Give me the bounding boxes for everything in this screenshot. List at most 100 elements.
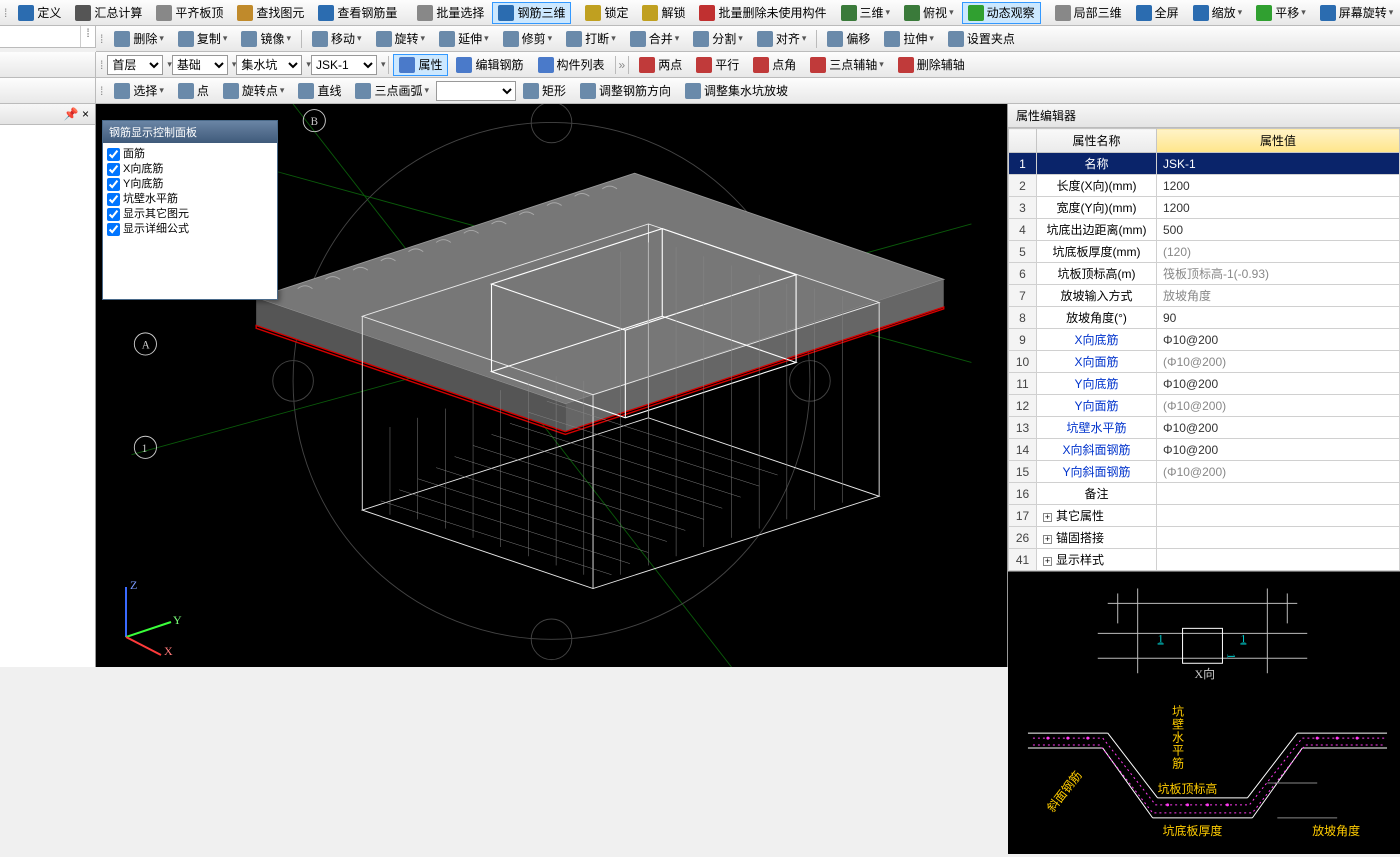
toolbar-btn-16[interactable]: 平移▾ <box>1250 2 1312 24</box>
toolbar-btn-1[interactable]: 复制▾ <box>172 28 234 50</box>
toolbar-btn-2[interactable]: 旋转点▾ <box>217 80 291 102</box>
toolbar-btn-2[interactable]: 平齐板顶 <box>150 2 229 24</box>
svg-text:A: A <box>142 340 150 352</box>
combo-3[interactable]: JSK-1 <box>311 55 377 75</box>
toolbar-btn-8[interactable]: 解锁 <box>636 2 691 24</box>
toolbar-btn-9[interactable]: 批量删除未使用构件 <box>693 2 832 24</box>
svg-text:Y: Y <box>173 613 182 627</box>
toolbar-btn-2[interactable]: 镜像▾ <box>235 28 297 50</box>
main-toolbar: ⁞定义汇总计算平齐板顶查找图元查看钢筋量批量选择钢筋三维锁定解锁批量删除未使用构… <box>0 0 1400 26</box>
tb3-btn-0[interactable]: 属性 <box>393 54 448 76</box>
combo-2[interactable]: 集水坑 <box>236 55 302 75</box>
prop-row-14[interactable]: 14X向斜面钢筋Φ10@200 <box>1009 439 1400 461</box>
toolbar-btn-6[interactable]: 修剪▾ <box>497 28 559 50</box>
toolbar-btn-5[interactable]: 延伸▾ <box>433 28 495 50</box>
rebar-chk-0[interactable]: 面筋 <box>107 147 273 162</box>
toolbar-btn-17[interactable]: 屏幕旋转▾ <box>1314 2 1400 24</box>
toolbar-btn-7[interactable]: 打断▾ <box>560 28 622 50</box>
svg-text:1: 1 <box>1158 631 1164 645</box>
module-tab[interactable] <box>0 26 81 47</box>
toolbar-btn-12[interactable]: 动态观察 <box>962 2 1041 24</box>
svg-text:坑板顶标高: 坑板顶标高 <box>1158 781 1218 796</box>
toolbar-btn-11[interactable]: 偏移 <box>821 28 876 50</box>
toolbar-btn-0[interactable]: 选择▾ <box>108 80 170 102</box>
prop-row-3[interactable]: 3宽度(Y向)(mm)1200 <box>1009 197 1400 219</box>
property-grid[interactable]: 属性名称 属性值 1名称JSK-12长度(X向)(mm)12003宽度(Y向)(… <box>1008 128 1400 571</box>
toolbar-btn-0[interactable]: 定义 <box>12 2 67 24</box>
prop-row-10[interactable]: 10X向面筋(Φ10@200) <box>1009 351 1400 373</box>
toolbar-btn-13[interactable]: 局部三维 <box>1049 2 1128 24</box>
toolbar-btn-14[interactable]: 全屏 <box>1130 2 1185 24</box>
combo-0[interactable]: 首层 <box>107 55 163 75</box>
toolbar-btn-3[interactable]: 移动▾ <box>306 28 368 50</box>
tb3-aux-2[interactable]: 点角 <box>747 54 802 76</box>
prop-row-9[interactable]: 9X向底筋Φ10@200 <box>1009 329 1400 351</box>
svg-text:B: B <box>311 116 318 128</box>
rebar-chk-3[interactable]: 坑壁水平筋 <box>107 192 273 207</box>
prop-row-6[interactable]: 6坑板顶标高(m)筏板顶标高-1(-0.93) <box>1009 263 1400 285</box>
prop-row-13[interactable]: 13坑壁水平筋Φ10@200 <box>1009 417 1400 439</box>
prop-row-17[interactable]: 17+其它属性 <box>1009 505 1400 527</box>
toolbar-btn-1[interactable]: 汇总计算 <box>69 2 148 24</box>
toolbar-btn-4[interactable]: 三点画弧▾ <box>349 80 435 102</box>
tb3-btn-2[interactable]: 构件列表 <box>532 54 611 76</box>
prop-row-2[interactable]: 2长度(X向)(mm)1200 <box>1009 175 1400 197</box>
toolbar-btn-11[interactable]: 俯视▾ <box>898 2 960 24</box>
toolbar-btn-12[interactable]: 拉伸▾ <box>878 28 940 50</box>
svg-text:坑底板厚度: 坑底板厚度 <box>1163 823 1223 838</box>
prop-row-7[interactable]: 7放坡输入方式放坡角度 <box>1009 285 1400 307</box>
svg-text:1: 1 <box>1240 631 1246 645</box>
toolbar-btn-3[interactable]: 直线 <box>292 80 347 102</box>
toolbar-btn-8[interactable]: 调整集水坑放坡 <box>679 80 794 102</box>
toolbar-btn-9[interactable]: 分割▾ <box>687 28 749 50</box>
toolbar-btn-7[interactable]: 锁定 <box>579 2 634 24</box>
prop-row-26[interactable]: 26+锚固搭接 <box>1009 527 1400 549</box>
prop-row-1[interactable]: 1名称JSK-1 <box>1009 153 1400 175</box>
tb3-aux-3[interactable]: 三点辅轴▾ <box>804 54 890 76</box>
tb3-aux-1[interactable]: 平行 <box>690 54 745 76</box>
tb3-aux-4[interactable]: 删除辅轴 <box>892 54 971 76</box>
svg-text:Z: Z <box>130 578 137 592</box>
toolbar-btn-8[interactable]: 合并▾ <box>624 28 686 50</box>
toolbar-btn-7[interactable]: 调整钢筋方向 <box>574 80 677 102</box>
toolbar-btn-3[interactable]: 查找图元 <box>231 2 310 24</box>
svg-text:X: X <box>164 644 173 657</box>
prop-row-16[interactable]: 16备注 <box>1009 483 1400 505</box>
col-name-header: 属性名称 <box>1037 129 1157 153</box>
prop-row-41[interactable]: 41+显示样式 <box>1009 549 1400 571</box>
svg-text:1: 1 <box>142 443 148 455</box>
toolbar-btn-0[interactable]: 删除▾ <box>108 28 170 50</box>
tb3-aux-0[interactable]: 两点 <box>633 54 688 76</box>
left-panel: 📌 × <box>0 104 96 667</box>
property-panel-title: 属性编辑器 <box>1008 104 1400 128</box>
toolbar-btn-10[interactable]: 三维▾ <box>835 2 897 24</box>
toolbar-btn-6[interactable]: 钢筋三维 <box>492 2 571 24</box>
pin-icon[interactable]: 📌 × <box>64 107 89 121</box>
toolbar-btn-13[interactable]: 设置夹点 <box>942 28 1021 50</box>
combo-1[interactable]: 基础 <box>172 55 228 75</box>
viewport-3d[interactable]: 钢筋显示控制面板 面筋X向底筋Y向底筋坑壁水平筋显示其它图元显示详细公式 A 1… <box>96 104 1007 667</box>
prop-row-4[interactable]: 4坑底出边距离(mm)500 <box>1009 219 1400 241</box>
prop-row-12[interactable]: 12Y向面筋(Φ10@200) <box>1009 395 1400 417</box>
toolbar-btn-4[interactable]: 旋转▾ <box>370 28 432 50</box>
rebar-chk-2[interactable]: Y向底筋 <box>107 177 273 192</box>
rebar-chk-1[interactable]: X向底筋 <box>107 162 273 177</box>
toolbar-btn-15[interactable]: 缩放▾ <box>1187 2 1249 24</box>
toolbar-btn-1[interactable]: 点 <box>172 80 215 102</box>
svg-text:放坡角度: 放坡角度 <box>1312 823 1360 838</box>
toolbar-btn-10[interactable]: 对齐▾ <box>751 28 813 50</box>
prop-row-5[interactable]: 5坑底板厚度(mm)(120) <box>1009 241 1400 263</box>
rebar-display-panel: 钢筋显示控制面板 面筋X向底筋Y向底筋坑壁水平筋显示其它图元显示详细公式 <box>102 120 278 300</box>
toolbar-btn-5[interactable]: 批量选择 <box>411 2 490 24</box>
rebar-chk-4[interactable]: 显示其它图元 <box>107 207 273 222</box>
toolbar-btn-4[interactable]: 查看钢筋量 <box>312 2 403 24</box>
coordinate-axes: Z Y X <box>106 577 186 657</box>
svg-text:1: 1 <box>1224 653 1238 659</box>
toolbar-btn-6[interactable]: 矩形 <box>517 80 572 102</box>
prop-row-8[interactable]: 8放坡角度(°)90 <box>1009 307 1400 329</box>
rebar-chk-5[interactable]: 显示详细公式 <box>107 222 273 237</box>
prop-row-11[interactable]: 11Y向底筋Φ10@200 <box>1009 373 1400 395</box>
shape-combo[interactable] <box>436 81 516 101</box>
prop-row-15[interactable]: 15Y向斜面钢筋(Φ10@200) <box>1009 461 1400 483</box>
tb3-btn-1[interactable]: 编辑钢筋 <box>450 54 529 76</box>
